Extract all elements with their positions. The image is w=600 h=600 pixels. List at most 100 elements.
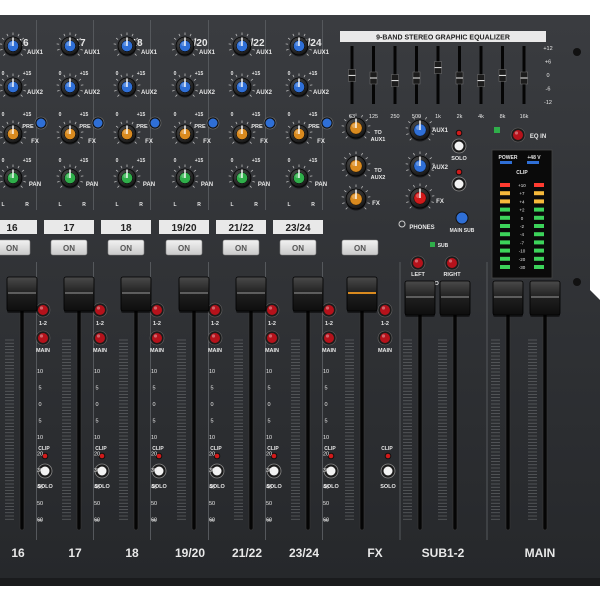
knob-scale-max: +15 (23, 71, 32, 77)
fx-label: FX (88, 139, 96, 145)
main-assign-button[interactable] (267, 333, 277, 343)
right-assign-button[interactable] (447, 258, 457, 268)
knob-scale-min: 0 (59, 158, 62, 164)
fader-scale-label: ∞ (267, 518, 271, 524)
bus12-button[interactable] (95, 305, 105, 315)
pre-button[interactable] (208, 118, 218, 128)
aux2-label: AUX2 (84, 90, 101, 96)
on-button-label: ON (6, 244, 18, 253)
aux2-label: AUX2 (27, 90, 44, 96)
sub2-fader-track (452, 285, 458, 531)
sub1-fader[interactable] (404, 280, 436, 316)
pre-button[interactable] (265, 118, 275, 128)
fader-scale-label: 20 (323, 452, 329, 458)
fader-scale-label: 5 (95, 386, 98, 392)
main-assign-button[interactable] (210, 333, 220, 343)
fader-scale-label: 10 (151, 369, 157, 375)
pre-label: PRE (308, 124, 320, 130)
aux1-solo-led (456, 130, 462, 136)
main-assign-button-shine (325, 334, 330, 338)
fx-bus12-button[interactable] (380, 305, 390, 315)
fader-scale-label: 5 (152, 386, 155, 392)
channel-fader-track (305, 285, 311, 531)
bus12-label: 1-2 (325, 321, 333, 327)
bus12-button[interactable] (38, 305, 48, 315)
bus12-button-shine (96, 306, 101, 310)
main-assign-button[interactable] (38, 333, 48, 343)
main-assign-button-shine (39, 334, 44, 338)
fx-to-aux2-label-b: AUX2 (371, 175, 386, 181)
clip-led (42, 453, 48, 459)
main-sub-label: MAIN SUB (450, 228, 475, 234)
fader-scale-label: 5 (324, 386, 327, 392)
knob-scale-min: 0 (288, 71, 291, 77)
main-assign-button[interactable] (95, 333, 105, 343)
pre-label: PRE (251, 124, 263, 130)
knob-scale-min: 0 (231, 71, 234, 77)
main-assign-button[interactable] (324, 333, 334, 343)
channel-fader[interactable] (178, 276, 210, 312)
pan-label: PAN (201, 182, 213, 188)
knob-scale-max: +15 (137, 71, 146, 77)
phones-main-sub-button[interactable] (455, 211, 469, 225)
fader-scale-label: 50 (266, 501, 272, 507)
fader-scale-label: 20 (266, 452, 272, 458)
bus12-button[interactable] (324, 305, 334, 315)
left-assign-button[interactable] (413, 258, 423, 268)
fx-on-label: ON (354, 244, 366, 253)
pre-label: PRE (22, 124, 34, 130)
fx-main-button-shine (381, 334, 386, 338)
channel-label: 19/20 (171, 223, 196, 234)
eq-freq-label: 4k (478, 114, 484, 120)
channel-fader[interactable] (120, 276, 152, 312)
main-right-fader-track (542, 285, 548, 531)
main-assign-label: MAIN (150, 348, 164, 354)
fx-solo-button[interactable] (383, 466, 393, 476)
bus12-button-shine (39, 306, 44, 310)
eq-freq-label: 16k (520, 114, 529, 120)
fx-main-label: MAIN (378, 348, 392, 354)
aux1-solo-button[interactable] (454, 141, 464, 151)
channel-fader[interactable] (292, 276, 324, 312)
aux2-solo-button[interactable] (454, 179, 464, 189)
main-right-fader[interactable] (529, 280, 561, 316)
knob-scale-max: +15 (309, 71, 318, 77)
knob-scale-min: 0 (59, 71, 62, 77)
pre-button[interactable] (322, 118, 332, 128)
fader-scale-label: 5 (267, 386, 270, 392)
fader-scale-label: 10 (94, 369, 100, 375)
phantom-label: +48 V (527, 155, 541, 161)
fader-scale-label: 40 (37, 485, 43, 491)
channel-label: 21/22 (228, 223, 253, 234)
main-left-fader[interactable] (492, 280, 524, 316)
bus12-button[interactable] (267, 305, 277, 315)
knob-scale-max: +15 (309, 158, 318, 164)
meter-segment-right (534, 240, 544, 245)
channel-fader-track (191, 285, 197, 531)
main-assign-button[interactable] (152, 333, 162, 343)
channel-fader[interactable] (6, 276, 38, 312)
bus12-button[interactable] (210, 305, 220, 315)
channel-fader[interactable] (63, 276, 95, 312)
bus12-button[interactable] (152, 305, 162, 315)
fader-scale-label: 0 (152, 402, 155, 408)
fx-label: FX (260, 139, 268, 145)
left-assign-button-shine (414, 259, 419, 263)
fader-scale-label: 10 (209, 435, 215, 441)
eq-in-led (494, 127, 500, 133)
phones-label: PHONES (409, 225, 434, 231)
channel-fader[interactable] (235, 276, 267, 312)
power-label: POWER (499, 155, 518, 161)
channel-label: 17 (63, 223, 75, 234)
pre-button[interactable] (93, 118, 103, 128)
meter-scale-label: -4 (520, 232, 524, 237)
main-assign-label: MAIN (265, 348, 279, 354)
meter-segment-left (500, 265, 510, 269)
pan-scale-left: L (173, 202, 176, 208)
pre-button[interactable] (36, 118, 46, 128)
sub2-fader[interactable] (439, 280, 471, 316)
meter-segment-right (534, 224, 544, 228)
fx-main-button[interactable] (380, 333, 390, 343)
pre-button[interactable] (150, 118, 160, 128)
eq-in-button[interactable] (513, 130, 523, 140)
